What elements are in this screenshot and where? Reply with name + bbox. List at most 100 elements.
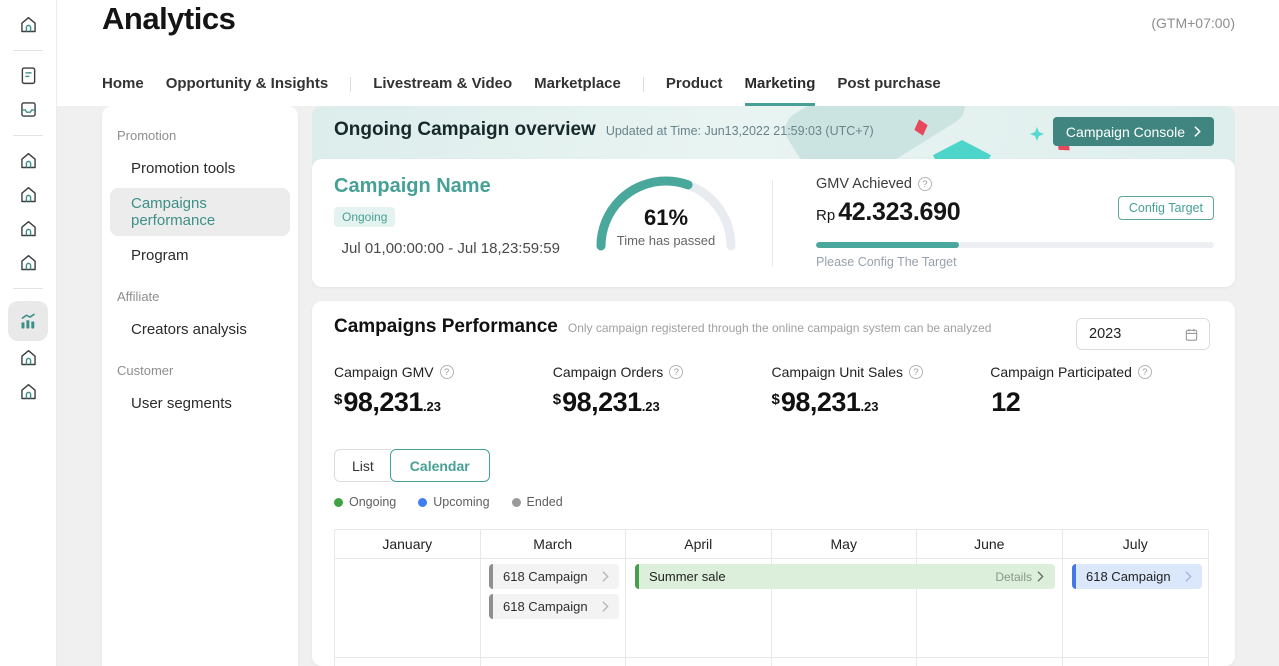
chevron-right-icon <box>602 601 609 612</box>
overview-updated-at: Updated at Time: Jun13,2022 21:59:03 (UT… <box>606 124 874 138</box>
nav-tabs: Home Opportunity & Insights Livestream &… <box>102 75 941 106</box>
tab-opportunity-insights[interactable]: Opportunity & Insights <box>166 75 329 106</box>
campaign-calendar: January March April May June July <box>334 529 1209 666</box>
clock-icon <box>334 241 335 256</box>
legend-label: Ended <box>527 495 563 509</box>
chevron-right-icon <box>1037 571 1044 582</box>
calendar-cell <box>1063 658 1209 666</box>
gauge-percent-value: 61% <box>560 205 772 231</box>
sidebar-item-campaigns-performance[interactable]: Campaigns performance <box>110 188 290 236</box>
clipboard-icon[interactable] <box>8 63 48 87</box>
calendar-header-row: January March April May June July <box>335 530 1208 559</box>
year-selector[interactable]: 2023 <box>1076 318 1210 350</box>
inbox-icon[interactable] <box>8 97 48 121</box>
help-icon[interactable] <box>909 365 923 379</box>
campaign-console-button[interactable]: Campaign Console <box>1053 117 1214 146</box>
home-icon[interactable] <box>8 216 48 240</box>
campaign-console-label: Campaign Console <box>1066 124 1185 140</box>
gmv-progress-bar <box>816 242 1214 248</box>
home-icon[interactable] <box>8 250 48 274</box>
rail-divider <box>13 288 43 289</box>
campaign-name-link[interactable]: Campaign Name <box>334 175 560 198</box>
event-label: 618 Campaign <box>489 599 588 614</box>
campaign-event-618-upcoming[interactable]: 618 Campaign <box>1072 564 1202 589</box>
home-icon[interactable] <box>8 12 48 36</box>
calendar-cell <box>481 658 627 666</box>
tab-product[interactable]: Product <box>666 75 723 106</box>
sidebar-section-label: Customer <box>102 363 298 388</box>
calendar-view-button[interactable]: Calendar <box>390 449 490 482</box>
campaign-event-618-ended[interactable]: 618 Campaign <box>489 594 619 619</box>
chevron-right-icon <box>602 571 609 582</box>
main-panel: Ongoing Campaign overview Updated at Tim… <box>312 106 1235 666</box>
sidebar-item-user-segments[interactable]: User segments <box>110 388 290 419</box>
tab-livestream-video[interactable]: Livestream & Video <box>373 75 512 106</box>
metric-decimals: .23 <box>860 399 878 414</box>
sidebar-section-customer: Customer User segments <box>102 349 298 419</box>
month-header: March <box>481 530 627 559</box>
campaigns-performance-card: Campaigns Performance Only campaign regi… <box>312 301 1235 666</box>
ended-dot <box>512 498 521 507</box>
campaign-event-618-ended[interactable]: 618 Campaign <box>489 564 619 589</box>
calendar-cell <box>772 658 918 666</box>
metric-value: 98,231 <box>781 387 861 417</box>
details-label: Details <box>995 570 1032 584</box>
month-header: May <box>772 530 918 559</box>
campaign-info: Campaign Name Ongoing Jul 01,00:00:00 - … <box>312 159 560 287</box>
analytics-sidebar: Promotion Promotion tools Campaigns perf… <box>102 106 298 666</box>
event-label: 618 Campaign <box>489 569 588 584</box>
list-view-button[interactable]: List <box>334 449 391 482</box>
home-icon[interactable] <box>8 148 48 172</box>
content-region: Promotion Promotion tools Campaigns perf… <box>57 106 1279 666</box>
calendar-cell <box>335 559 481 658</box>
year-selector-value: 2023 <box>1089 326 1121 342</box>
tab-post-purchase[interactable]: Post purchase <box>837 75 940 106</box>
sidebar-item-promotion-tools[interactable]: Promotion tools <box>110 153 290 184</box>
gmv-progress-fill <box>816 242 959 248</box>
page-title: Analytics <box>102 1 235 37</box>
event-label: Summer sale <box>635 569 726 584</box>
metric-campaign-gmv: Campaign GMV $98,231.23 <box>334 364 553 418</box>
home-icon[interactable] <box>8 345 48 369</box>
sidebar-item-program[interactable]: Program <box>110 240 290 271</box>
gmv-value: 42.323.690 <box>838 198 960 226</box>
timezone-label: (GTM+07:00) <box>1151 15 1235 31</box>
metric-decimals: .23 <box>642 399 660 414</box>
legend-ended: Ended <box>512 495 563 509</box>
ongoing-campaign-overview: Ongoing Campaign overview Updated at Tim… <box>312 106 1235 287</box>
sidebar-section-label: Affiliate <box>102 289 298 314</box>
campaign-status-badge: Ongoing <box>334 207 395 227</box>
sidebar-section-affiliate: Affiliate Creators analysis <box>102 275 298 345</box>
campaign-event-summer-sale[interactable]: Summer sale Details <box>635 564 1055 589</box>
campaign-date-range: Jul 01,00:00:00 - Jul 18,23:59:59 <box>342 240 561 257</box>
help-icon[interactable] <box>669 365 683 379</box>
gauge-caption: Time has passed <box>560 233 772 248</box>
metric-prefix: $ <box>772 391 780 408</box>
calendar-cell <box>626 658 772 666</box>
tab-marketplace[interactable]: Marketplace <box>534 75 621 106</box>
sidebar-section-promotion: Promotion Promotion tools Campaigns perf… <box>102 114 298 271</box>
legend-upcoming: Upcoming <box>418 495 489 509</box>
help-icon[interactable] <box>918 177 932 191</box>
config-target-button[interactable]: Config Target <box>1118 196 1214 220</box>
metric-value: 12 <box>991 387 1020 417</box>
icon-rail <box>0 0 57 666</box>
tab-marketing[interactable]: Marketing <box>745 75 816 106</box>
home-icon[interactable] <box>8 182 48 206</box>
sidebar-section-label: Promotion <box>102 128 298 153</box>
campaign-summary-card: Campaign Name Ongoing Jul 01,00:00:00 - … <box>312 159 1235 287</box>
home-icon[interactable] <box>8 379 48 403</box>
tab-home[interactable]: Home <box>102 75 144 106</box>
sidebar-item-creators-analysis[interactable]: Creators analysis <box>110 314 290 345</box>
metric-campaign-participated: Campaign Participated 12 <box>990 364 1209 418</box>
view-toggle: List Calendar <box>334 449 490 482</box>
help-icon[interactable] <box>1138 365 1152 379</box>
bar-chart-icon[interactable] <box>8 301 48 341</box>
rail-divider <box>13 50 43 51</box>
help-icon[interactable] <box>440 365 454 379</box>
performance-subtitle: Only campaign registered through the onl… <box>568 321 992 335</box>
gmv-label: GMV Achieved <box>816 176 912 192</box>
event-details-link[interactable]: Details <box>995 570 1044 584</box>
metrics-row: Campaign GMV $98,231.23 Campaign Orders … <box>334 364 1209 418</box>
performance-title: Campaigns Performance <box>334 316 558 338</box>
